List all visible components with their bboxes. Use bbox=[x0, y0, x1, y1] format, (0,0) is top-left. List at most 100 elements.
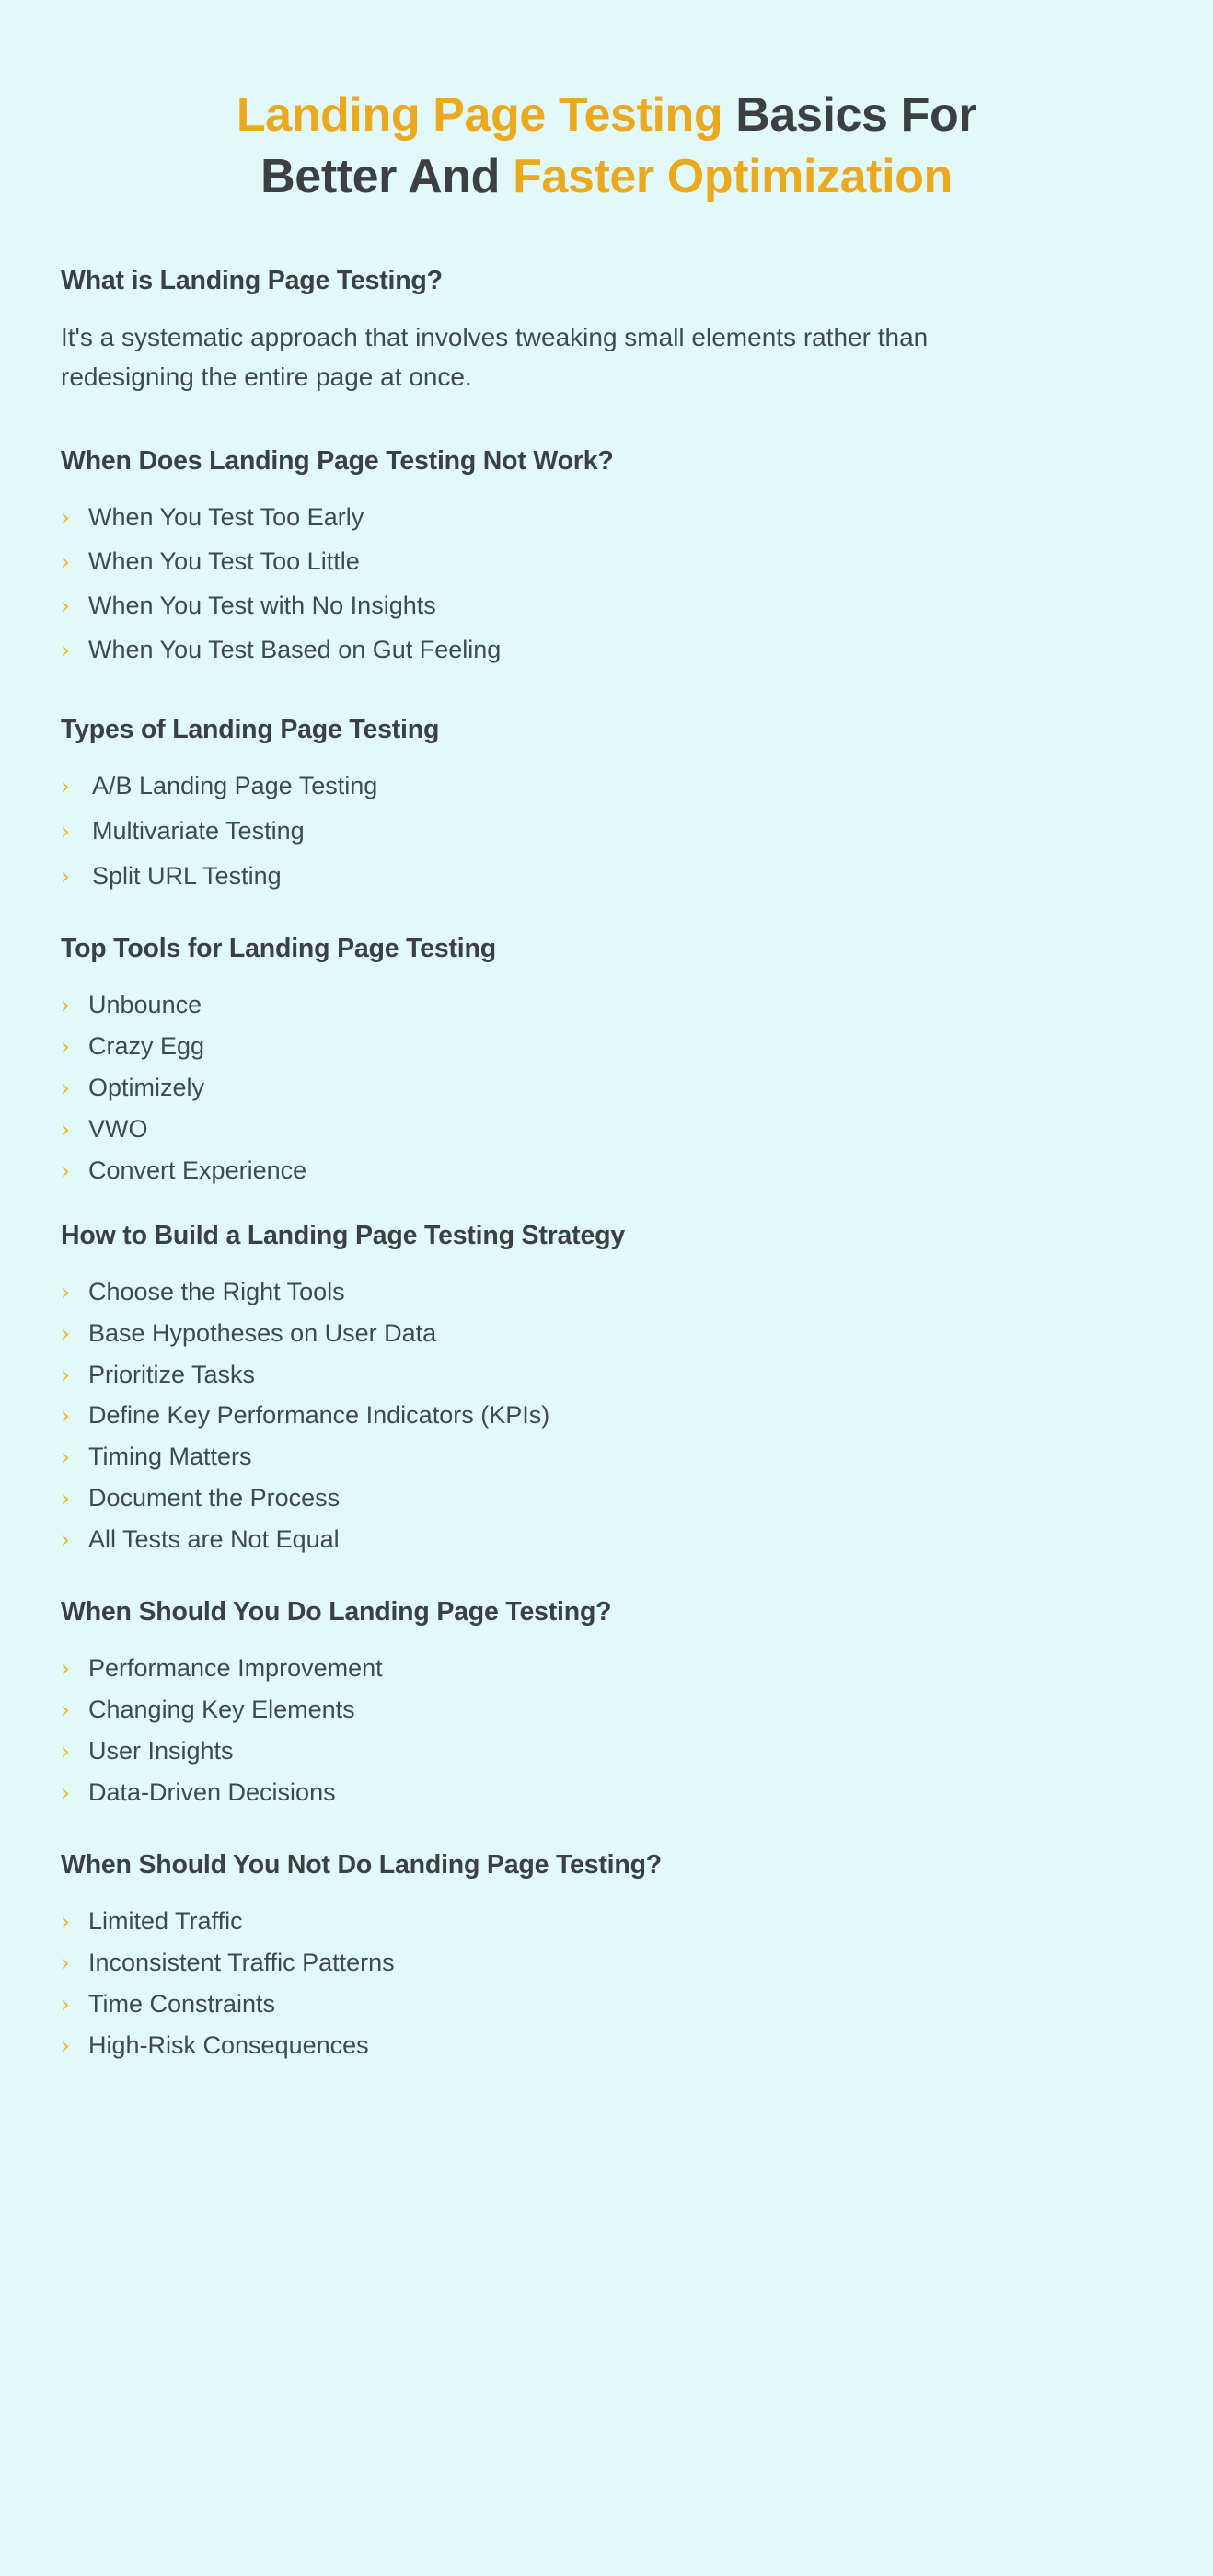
chevron-right-icon: › bbox=[61, 1156, 70, 1184]
section-heading: What is Landing Page Testing? bbox=[61, 266, 443, 296]
chevron-right-icon: › bbox=[61, 1402, 70, 1430]
section-when-not-to-test: When Should You Not Do Landing Page Test… bbox=[61, 1848, 1152, 2061]
list-item[interactable]: › Document the Process bbox=[61, 1483, 1152, 1513]
chevron-right-icon: › bbox=[61, 1074, 70, 1101]
list-item-label: When You Test Too Early bbox=[88, 503, 364, 532]
list-item-label: Define Key Performance Indicators (KPIs) bbox=[88, 1401, 550, 1430]
section-heading: How to Build a Landing Page Testing Stra… bbox=[61, 1220, 625, 1250]
list-item-label: Optimizely bbox=[88, 1073, 205, 1101]
chevron-right-icon: › bbox=[61, 1779, 70, 1807]
list-item-label: Convert Experience bbox=[88, 1156, 307, 1184]
list-item[interactable]: › User Insights bbox=[61, 1736, 1152, 1766]
chevron-right-icon: › bbox=[61, 1655, 70, 1683]
list-item[interactable]: › Inconsistent Traffic Patterns bbox=[61, 1948, 1152, 1978]
list-item[interactable]: › Convert Experience bbox=[61, 1156, 1152, 1186]
list-item[interactable]: › Data-Driven Decisions bbox=[61, 1777, 1152, 1808]
list-item-label: Choose the Right Tools bbox=[88, 1277, 345, 1305]
chevron-right-icon: › bbox=[61, 1032, 70, 1060]
section-heading: When Should You Not Do Landing Page Test… bbox=[61, 1850, 662, 1880]
chevron-right-icon: › bbox=[61, 862, 70, 890]
list-item[interactable]: › Define Key Performance Indicators (KPI… bbox=[61, 1400, 1152, 1431]
list-item[interactable]: › When You Test with No Insights bbox=[61, 591, 1152, 621]
list-item-label: Base Hypotheses on User Data bbox=[88, 1318, 437, 1347]
title-block: Landing Page Testing Basics For Better A… bbox=[0, 0, 1213, 207]
section-what-is: What is Landing Page Testing? It's a sys… bbox=[61, 264, 1152, 397]
list-item-label: Prioritize Tasks bbox=[88, 1360, 256, 1388]
chevron-right-icon: › bbox=[61, 1696, 70, 1724]
chevron-right-icon: › bbox=[61, 1485, 70, 1512]
list-item[interactable]: › Split URL Testing bbox=[61, 861, 1152, 891]
list-item-label: Unbounce bbox=[88, 990, 202, 1018]
list-item[interactable]: › When You Test Too Early bbox=[61, 502, 1152, 533]
list-item-label: Multivariate Testing bbox=[92, 817, 305, 845]
section-heading: Types of Landing Page Testing bbox=[61, 715, 440, 745]
title-highlight-1: Landing Page Testing bbox=[236, 88, 723, 142]
bullet-list: › When You Test Too Early › When You Tes… bbox=[61, 502, 1152, 665]
list-item-label: When You Test Too Little bbox=[88, 547, 360, 576]
list-item-label: Changing Key Elements bbox=[88, 1696, 355, 1724]
section-heading: Top Tools for Landing Page Testing bbox=[61, 933, 496, 963]
title-plain-2: Better And bbox=[260, 149, 514, 203]
section-top-tools: Top Tools for Landing Page Testing › Unb… bbox=[61, 932, 1152, 1186]
list-item[interactable]: › Base Hypotheses on User Data bbox=[61, 1318, 1152, 1349]
list-item-label: VWO bbox=[88, 1114, 148, 1143]
list-item-label: A/B Landing Page Testing bbox=[92, 772, 378, 800]
list-item[interactable]: › When You Test Too Little bbox=[61, 546, 1152, 577]
chevron-right-icon: › bbox=[61, 991, 70, 1018]
chevron-right-icon: › bbox=[61, 1526, 70, 1554]
list-item-label: Inconsistent Traffic Patterns bbox=[88, 1949, 395, 1977]
chevron-right-icon: › bbox=[61, 1115, 70, 1143]
section-when-to-test: When Should You Do Landing Page Testing?… bbox=[61, 1595, 1152, 1808]
section-heading: When Should You Do Landing Page Testing? bbox=[61, 1597, 612, 1627]
list-item-label: When You Test with No Insights bbox=[88, 592, 436, 620]
list-item-label: Split URL Testing bbox=[92, 861, 282, 890]
chevron-right-icon: › bbox=[61, 1361, 70, 1388]
list-item[interactable]: › Prioritize Tasks bbox=[61, 1360, 1152, 1390]
section-heading: When Does Landing Page Testing Not Work? bbox=[61, 446, 614, 477]
list-item[interactable]: › Changing Key Elements bbox=[61, 1695, 1152, 1725]
chevron-right-icon: › bbox=[61, 1908, 70, 1936]
list-item[interactable]: › VWO bbox=[61, 1114, 1152, 1144]
list-item[interactable]: › Choose the Right Tools bbox=[61, 1277, 1152, 1307]
list-item-label: High-Risk Consequences bbox=[88, 2030, 369, 2059]
chevron-right-icon: › bbox=[61, 1278, 70, 1305]
bullet-list: › Performance Improvement › Changing Key… bbox=[61, 1653, 1152, 1808]
list-item[interactable]: › Timing Matters bbox=[61, 1442, 1152, 1472]
page-title: Landing Page Testing Basics For Better A… bbox=[138, 85, 1075, 207]
list-item[interactable]: › A/B Landing Page Testing bbox=[61, 771, 1152, 801]
list-item[interactable]: › Multivariate Testing bbox=[61, 816, 1152, 846]
list-item-label: User Insights bbox=[88, 1737, 234, 1765]
list-item[interactable]: › Performance Improvement bbox=[61, 1653, 1152, 1684]
chevron-right-icon: › bbox=[61, 1319, 70, 1347]
list-item[interactable]: › High-Risk Consequences bbox=[61, 2030, 1152, 2061]
chevron-right-icon: › bbox=[61, 1443, 70, 1471]
bullet-list: › Unbounce › Crazy Egg › Optimizely › VW… bbox=[61, 990, 1152, 1186]
list-item-label: Limited Traffic bbox=[88, 1907, 243, 1936]
list-item[interactable]: › All Tests are Not Equal bbox=[61, 1524, 1152, 1555]
chevron-right-icon: › bbox=[61, 773, 70, 800]
title-plain-1: Basics For bbox=[722, 88, 977, 142]
chevron-right-icon: › bbox=[61, 637, 70, 664]
list-item[interactable]: › Optimizely bbox=[61, 1073, 1152, 1103]
list-item[interactable]: › Crazy Egg bbox=[61, 1031, 1152, 1062]
list-item-label: All Tests are Not Equal bbox=[88, 1525, 340, 1554]
list-item[interactable]: › Time Constraints bbox=[61, 1989, 1152, 2019]
chevron-right-icon: › bbox=[61, 504, 70, 532]
section-types: Types of Landing Page Testing › A/B Land… bbox=[61, 713, 1152, 891]
infographic-page: Landing Page Testing Basics For Better A… bbox=[0, 0, 1213, 2576]
list-item-label: Data-Driven Decisions bbox=[88, 1778, 336, 1807]
list-item[interactable]: › Limited Traffic bbox=[61, 1906, 1152, 1937]
list-item[interactable]: › When You Test Based on Gut Feeling bbox=[61, 635, 1152, 665]
section-paragraph: It's a systematic approach that involves… bbox=[61, 323, 929, 391]
title-highlight-2: Faster Optimization bbox=[513, 149, 953, 203]
list-item[interactable]: › Unbounce bbox=[61, 990, 1152, 1020]
chevron-right-icon: › bbox=[61, 1738, 70, 1765]
bullet-list: › Choose the Right Tools › Base Hypothes… bbox=[61, 1277, 1152, 1556]
list-item-label: Time Constraints bbox=[88, 1989, 276, 2018]
list-item-label: When You Test Based on Gut Feeling bbox=[88, 636, 502, 664]
bullet-list: › A/B Landing Page Testing › Multivariat… bbox=[61, 771, 1152, 891]
section-not-work: When Does Landing Page Testing Not Work?… bbox=[61, 444, 1152, 665]
list-item-label: Performance Improvement bbox=[88, 1654, 383, 1683]
bullet-list: › Limited Traffic › Inconsistent Traffic… bbox=[61, 1906, 1152, 2061]
chevron-right-icon: › bbox=[61, 1990, 70, 2018]
